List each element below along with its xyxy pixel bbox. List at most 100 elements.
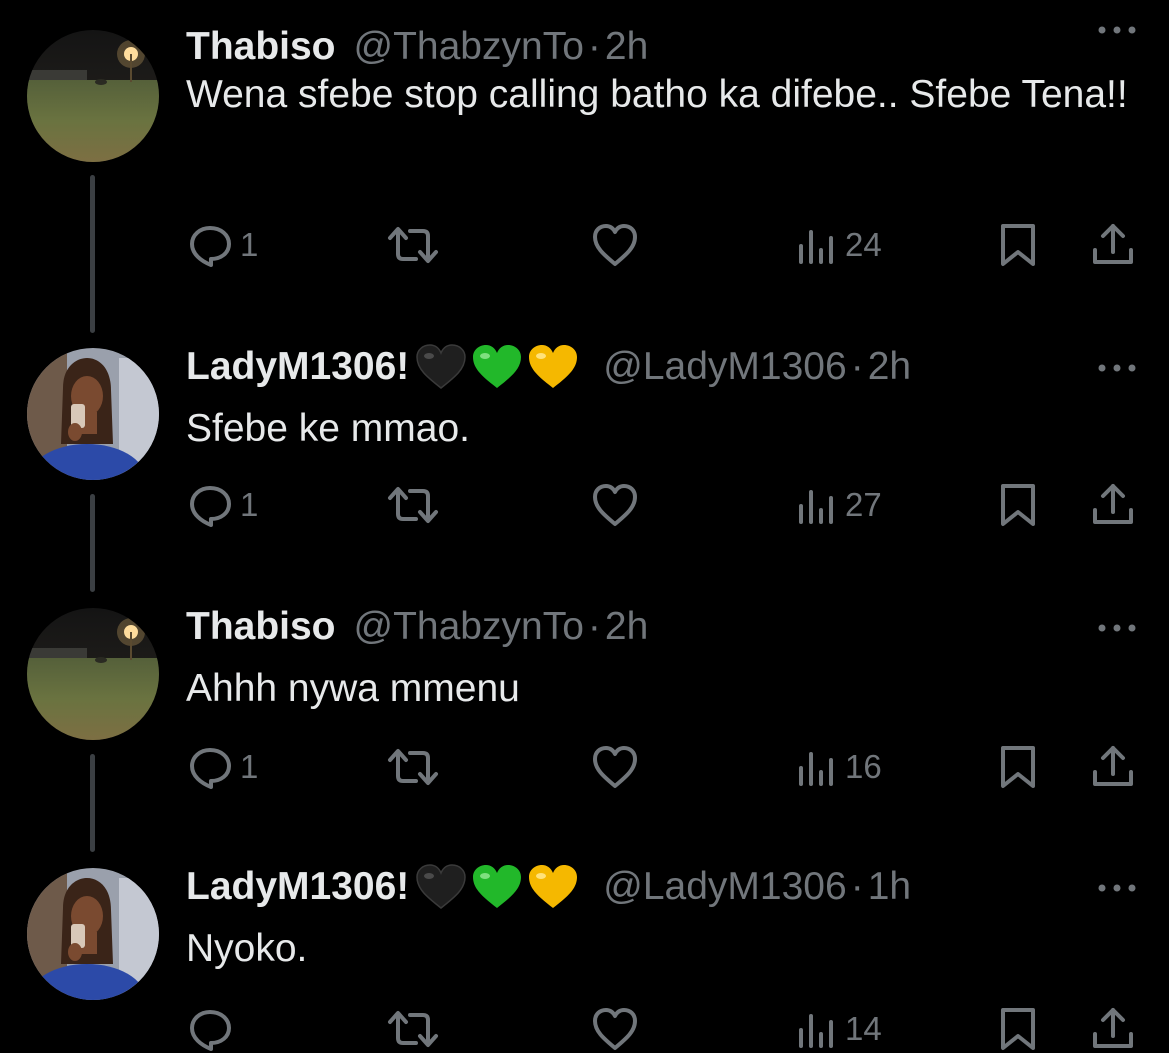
reply-button[interactable]: 1 xyxy=(188,482,258,528)
bookmark-button[interactable] xyxy=(998,222,1038,268)
bookmark-icon xyxy=(1001,484,1035,526)
retweet-icon xyxy=(388,227,438,263)
tweet-header: Thabiso @ThabzynTo · 2h xyxy=(186,602,648,652)
like-button[interactable] xyxy=(591,744,639,790)
share-button[interactable] xyxy=(1090,222,1136,268)
bookmark-button[interactable] xyxy=(998,482,1038,528)
views-button[interactable]: 24 xyxy=(797,222,882,268)
heart-icon xyxy=(593,224,637,266)
views-button[interactable]: 16 xyxy=(797,744,882,790)
like-button[interactable] xyxy=(591,1006,639,1052)
display-name[interactable]: Thabiso xyxy=(186,25,336,69)
thread-line xyxy=(90,175,95,333)
views-button[interactable]: 14 xyxy=(797,1006,882,1052)
timestamp[interactable]: 2h xyxy=(605,25,648,69)
retweet-icon xyxy=(388,1011,438,1047)
timestamp[interactable]: 2h xyxy=(868,345,911,389)
timestamp[interactable]: 2h xyxy=(605,605,648,649)
views-button[interactable]: 27 xyxy=(797,482,882,528)
reply-count: 1 xyxy=(240,486,259,523)
reply-icon xyxy=(190,486,231,527)
tweet-text: Ahhh nywa mmenu xyxy=(186,667,520,710)
view-count: 24 xyxy=(845,226,882,263)
share-icon xyxy=(1093,484,1133,524)
heart-icon xyxy=(593,484,637,526)
retweet-icon xyxy=(388,749,438,785)
retweet-button[interactable] xyxy=(386,482,440,528)
tweet[interactable]: Thabiso @ThabzynTo · 2h Ahhh nywa mmenu … xyxy=(0,582,1169,852)
retweet-icon xyxy=(388,487,438,523)
field-at-night-avatar xyxy=(27,30,159,162)
separator-dot: · xyxy=(850,345,864,388)
tweet-header: LadyM1306! @LadyM1306 · 1h xyxy=(186,862,911,912)
retweet-button[interactable] xyxy=(386,1006,440,1052)
view-count: 27 xyxy=(845,486,882,523)
display-name[interactable]: Thabiso xyxy=(186,605,336,649)
display-name[interactable]: LadyM1306! xyxy=(186,345,409,389)
reply-count: 1 xyxy=(240,226,259,263)
more-options-icon[interactable] xyxy=(1095,878,1139,898)
black-heart-emoji xyxy=(416,864,467,909)
share-icon xyxy=(1093,746,1133,786)
tweet[interactable]: LadyM1306! @LadyM1306 · 2h Sfebe ke mmao… xyxy=(0,322,1169,592)
user-handle[interactable]: @ThabzynTo xyxy=(354,25,584,69)
more-options-icon[interactable] xyxy=(1095,358,1139,378)
display-name[interactable]: LadyM1306! xyxy=(186,865,409,909)
share-button[interactable] xyxy=(1090,482,1136,528)
separator-dot: · xyxy=(850,865,864,908)
emoji-group xyxy=(413,862,581,912)
tweet-header: Thabiso @ThabzynTo · 2h xyxy=(186,22,648,72)
views-icon xyxy=(799,490,833,524)
tweet-text: Wena sfebe stop calling batho ka difebe.… xyxy=(186,73,1128,116)
bookmark-icon xyxy=(1001,746,1035,788)
heart-icon xyxy=(593,1008,637,1050)
yellow-heart-emoji xyxy=(529,345,578,388)
reply-icon xyxy=(190,748,231,789)
reply-icon xyxy=(190,1010,231,1051)
reply-icon xyxy=(190,226,231,267)
bookmark-icon xyxy=(1001,1008,1035,1050)
tweet[interactable]: LadyM1306! @LadyM1306 · 1h Nyoko. 14 xyxy=(0,842,1169,1053)
reply-button[interactable] xyxy=(188,1006,240,1052)
reply-count: 1 xyxy=(240,748,259,785)
field-at-night-avatar xyxy=(27,608,159,740)
woman-selfie-avatar xyxy=(27,868,159,1000)
more-options-icon[interactable] xyxy=(1095,618,1139,638)
tweet-text: Nyoko. xyxy=(186,927,308,970)
share-icon xyxy=(1093,224,1133,264)
views-icon xyxy=(799,752,833,786)
bookmark-button[interactable] xyxy=(998,1006,1038,1052)
retweet-button[interactable] xyxy=(386,744,440,790)
tweet[interactable]: Thabiso @ThabzynTo · 2h Wena sfebe stop … xyxy=(0,0,1169,333)
heart-icon xyxy=(593,746,637,788)
separator-dot: · xyxy=(587,605,601,648)
tweet-header: LadyM1306! @LadyM1306 · 2h xyxy=(186,342,911,392)
thread-line xyxy=(90,494,95,592)
yellow-heart-emoji xyxy=(529,865,578,908)
green-heart-emoji xyxy=(473,865,522,908)
emoji-group xyxy=(413,342,581,392)
user-handle[interactable]: @LadyM1306 xyxy=(603,865,846,909)
share-button[interactable] xyxy=(1090,744,1136,790)
retweet-button[interactable] xyxy=(386,222,440,268)
views-icon xyxy=(799,1014,833,1048)
bookmark-button[interactable] xyxy=(998,744,1038,790)
woman-selfie-avatar xyxy=(27,348,159,480)
avatar[interactable] xyxy=(27,868,159,1000)
share-icon xyxy=(1093,1008,1133,1048)
green-heart-emoji xyxy=(473,345,522,388)
like-button[interactable] xyxy=(591,482,639,528)
user-handle[interactable]: @ThabzynTo xyxy=(354,605,584,649)
avatar[interactable] xyxy=(27,608,159,740)
more-options-icon[interactable] xyxy=(1095,20,1139,40)
share-button[interactable] xyxy=(1090,1006,1136,1052)
timestamp[interactable]: 1h xyxy=(868,865,911,909)
like-button[interactable] xyxy=(591,222,639,268)
user-handle[interactable]: @LadyM1306 xyxy=(603,345,846,389)
reply-button[interactable]: 1 xyxy=(188,222,258,268)
avatar[interactable] xyxy=(27,30,159,162)
thread-line xyxy=(90,754,95,852)
reply-thread: Thabiso @ThabzynTo · 2h Wena sfebe stop … xyxy=(0,0,1169,1053)
avatar[interactable] xyxy=(27,348,159,480)
reply-button[interactable]: 1 xyxy=(188,744,258,790)
